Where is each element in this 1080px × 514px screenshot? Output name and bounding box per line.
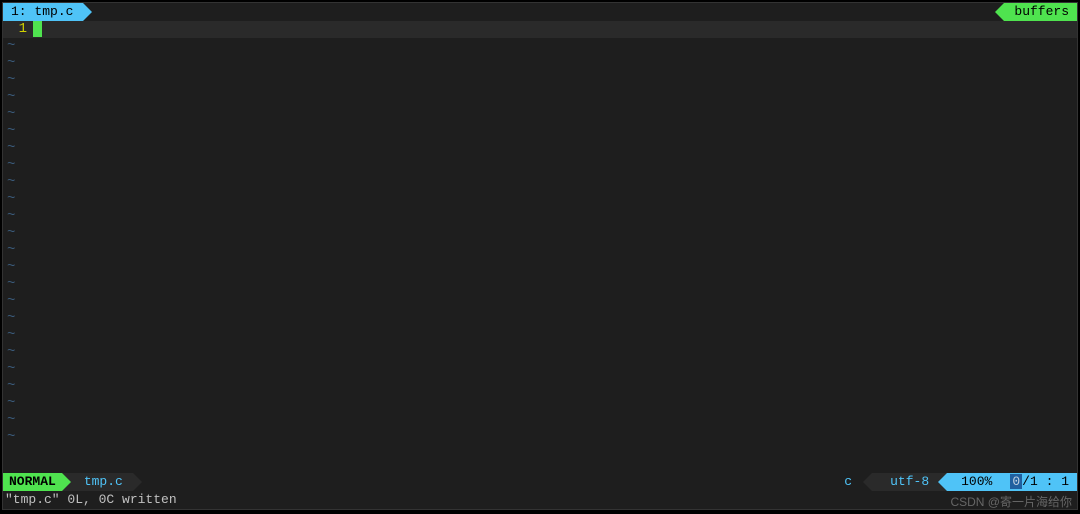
status-cur-line: 0 xyxy=(1010,474,1022,489)
empty-line-marker: ~ xyxy=(3,395,1077,412)
command-line[interactable]: "tmp.c" 0L, 0C written xyxy=(3,491,1077,509)
status-position: 0/1 : 1 xyxy=(1002,473,1077,491)
status-encoding-text: utf-8 xyxy=(890,474,929,489)
status-sep: : xyxy=(1038,474,1061,489)
status-filename: tmp.c xyxy=(62,473,133,491)
status-total-lines: 1 xyxy=(1030,474,1038,489)
status-spacer xyxy=(133,473,824,491)
tab-right-group: buffers xyxy=(1004,3,1077,21)
line-content[interactable] xyxy=(33,21,1077,38)
editor-line[interactable]: 1 xyxy=(3,21,1077,38)
empty-line-marker: ~ xyxy=(3,140,1077,157)
status-slash: / xyxy=(1022,474,1030,489)
empty-line-marker: ~ xyxy=(3,412,1077,429)
empty-line-marker: ~ xyxy=(3,293,1077,310)
empty-lines-area: ~~~~~~~~~~~~~~~~~~~~~~~~ xyxy=(3,38,1077,446)
status-encoding: utf-8 xyxy=(872,473,947,491)
mode-indicator: NORMAL xyxy=(3,473,62,491)
mode-text: NORMAL xyxy=(9,474,56,489)
line-number: 1 xyxy=(19,21,27,37)
empty-line-marker: ~ xyxy=(3,276,1077,293)
empty-line-marker: ~ xyxy=(3,361,1077,378)
empty-line-marker: ~ xyxy=(3,55,1077,72)
status-percent: 100% xyxy=(947,473,1002,491)
tab-list: 1: tmp.c xyxy=(3,3,83,21)
empty-line-marker: ~ xyxy=(3,378,1077,395)
empty-line-marker: ~ xyxy=(3,310,1077,327)
tab-bar: 1: tmp.c buffers xyxy=(3,3,1077,21)
buffer-tab[interactable]: 1: tmp.c xyxy=(3,3,83,21)
empty-line-marker: ~ xyxy=(3,191,1077,208)
status-line: NORMAL tmp.c c utf-8 100% 0/1 : 1 xyxy=(3,473,1077,491)
command-message: "tmp.c" 0L, 0C written xyxy=(5,492,177,507)
empty-line-marker: ~ xyxy=(3,259,1077,276)
empty-line-marker: ~ xyxy=(3,157,1077,174)
status-filename-text: tmp.c xyxy=(84,474,123,489)
status-col: 1 xyxy=(1061,474,1069,489)
status-percent-text: 100% xyxy=(961,474,992,489)
empty-line-marker: ~ xyxy=(3,72,1077,89)
buffers-indicator[interactable]: buffers xyxy=(1004,3,1077,21)
line-gutter: 1 xyxy=(3,21,33,38)
empty-line-marker: ~ xyxy=(3,123,1077,140)
empty-line-marker: ~ xyxy=(3,327,1077,344)
empty-line-marker: ~ xyxy=(3,106,1077,123)
cursor-block xyxy=(33,21,42,37)
editor-area[interactable]: 1 ~~~~~~~~~~~~~~~~~~~~~~~~ xyxy=(3,21,1077,473)
tab-index: 1: xyxy=(11,4,27,19)
empty-line-marker: ~ xyxy=(3,208,1077,225)
empty-line-marker: ~ xyxy=(3,89,1077,106)
empty-line-marker: ~ xyxy=(3,344,1077,361)
empty-line-marker: ~ xyxy=(3,242,1077,259)
empty-line-marker: ~ xyxy=(3,225,1077,242)
empty-line-marker: ~ xyxy=(3,429,1077,446)
tab-filename: tmp.c xyxy=(34,4,73,19)
terminal-window: 1: tmp.c buffers 1 ~~~~~~~~~~~~~~~~~~~~~… xyxy=(2,2,1078,510)
status-filetype-text: c xyxy=(844,474,852,489)
empty-line-marker: ~ xyxy=(3,38,1077,55)
empty-line-marker: ~ xyxy=(3,174,1077,191)
